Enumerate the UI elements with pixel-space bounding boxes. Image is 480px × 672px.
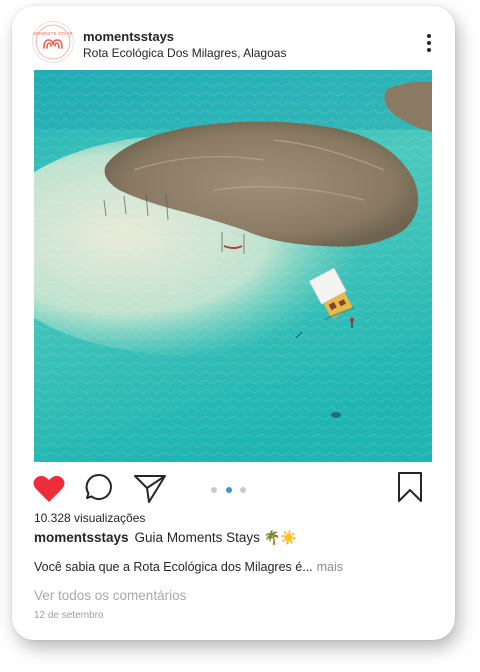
caption: momentsstays Guia Moments Stays 🌴☀️ [34,530,297,546]
caption-body-text: Você sabia que a Rota Ecológica dos Mila… [34,560,313,574]
caption-username[interactable]: momentsstays [34,530,129,545]
comment-bubble-icon[interactable] [84,472,114,502]
paper-plane-icon[interactable] [133,472,167,504]
post-location[interactable]: Rota Ecológica Dos Milagres, Alagoas [83,46,286,60]
carousel-dot[interactable] [211,487,217,493]
more-options-button[interactable] [419,32,439,54]
more-vertical-icon [427,34,431,52]
heart-filled-icon[interactable] [32,474,66,504]
post-username[interactable]: momentsstays [83,29,174,44]
moments-stays-logo-icon: MOMENTS STAYS [33,24,73,60]
avatar[interactable]: MOMENTS STAYS [32,21,74,63]
caption-text: Guia Moments Stays 🌴☀️ [134,530,298,545]
more-link[interactable]: mais [317,560,343,574]
aerial-beach-photo [34,70,432,462]
view-count[interactable]: 10.328 visualizações [34,511,145,525]
post-image[interactable] [34,70,432,462]
post-date: 12 de setembro [34,610,104,621]
post-card: MOMENTS STAYS momentsstays Rota Ecológic… [12,6,455,640]
caption-body: Você sabia que a Rota Ecológica dos Mila… [34,560,343,574]
svg-text:MOMENTS STAYS: MOMENTS STAYS [33,31,73,36]
bookmark-icon[interactable] [396,471,424,503]
carousel-dot[interactable] [240,487,246,493]
carousel-dot-active[interactable] [226,487,232,493]
view-comments-link[interactable]: Ver todos os comentários [34,588,186,603]
